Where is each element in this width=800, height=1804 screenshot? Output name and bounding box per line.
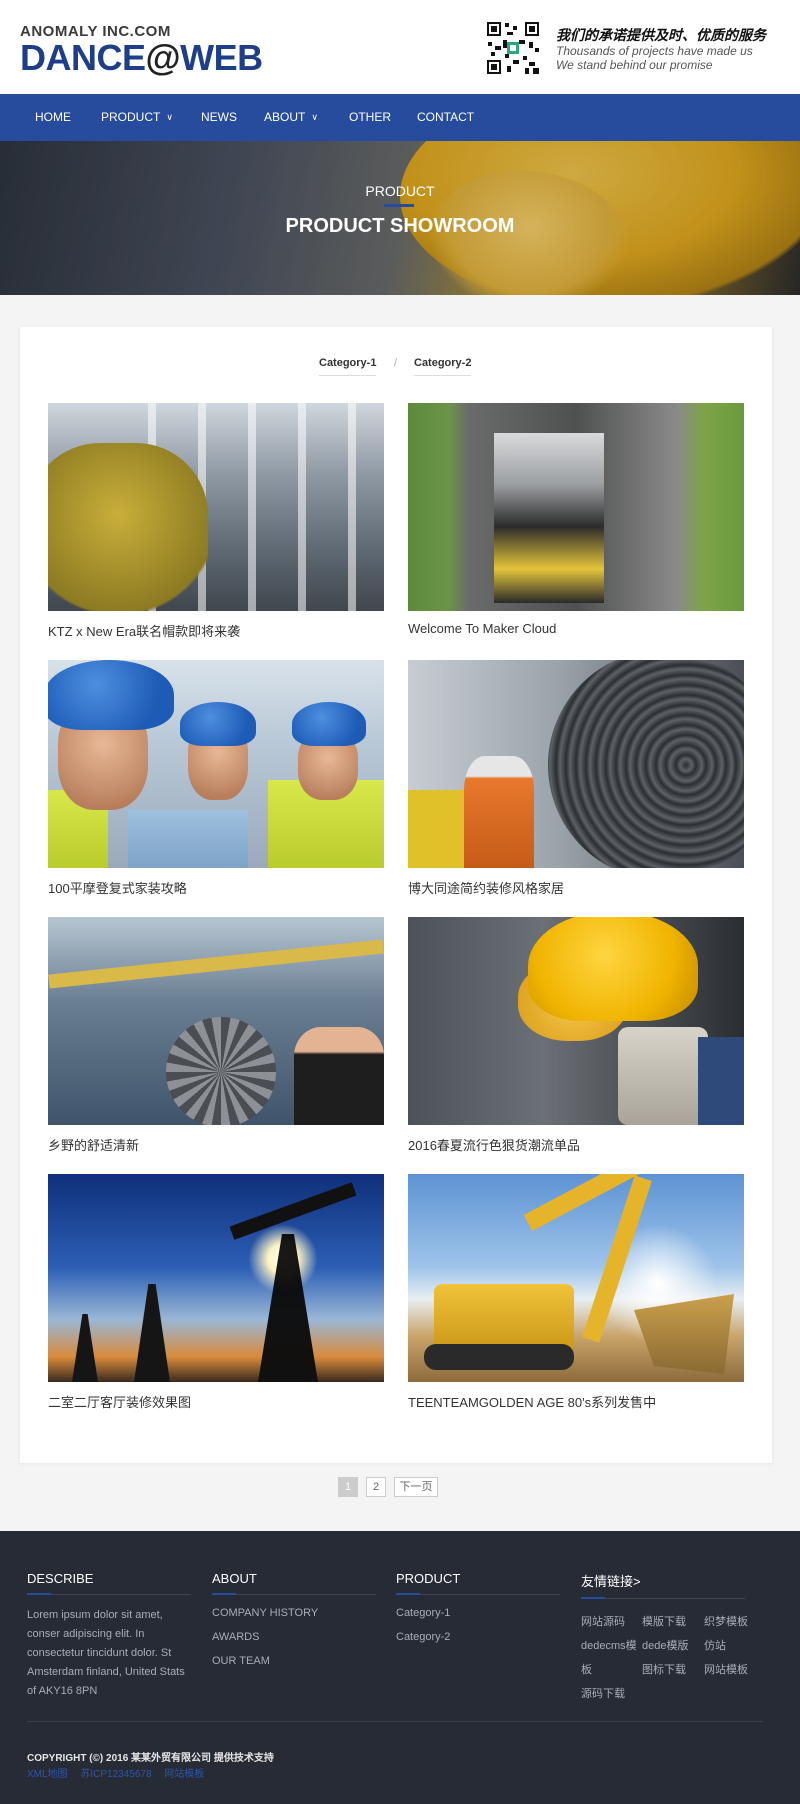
promise-english-line-1: Thousands of projects have made us: [556, 44, 753, 58]
product-item[interactable]: TEENTEAMGOLDEN AGE 80's系列发售中: [408, 1174, 744, 1411]
service-promise: 我们的承诺提供及时、优质的服务 Thousands of projects ha…: [556, 26, 786, 72]
category-tab-1[interactable]: Category-1: [319, 357, 377, 376]
nav-item-label: PRODUCT: [101, 110, 161, 124]
friend-link[interactable]: dede模版: [642, 1637, 688, 1653]
banner-accent-line: [384, 204, 414, 207]
nav-item-product[interactable]: PRODUCT ∨: [101, 94, 173, 141]
copyright-text: COPYRIGHT (©) 2016 某某外贸有限公司 提供技术支持: [27, 1753, 274, 1764]
nav-item-news[interactable]: NEWS: [201, 94, 237, 141]
next-page-button[interactable]: 下一页: [394, 1477, 438, 1497]
nav-item-home[interactable]: HOME: [35, 94, 71, 141]
footer-product: PRODUCT Category-1 Category-2: [396, 1571, 560, 1649]
icp-link[interactable]: 苏ICP12345678: [80, 1769, 151, 1780]
page-title: PRODUCT SHOWROOM: [285, 215, 515, 237]
footer-link-our-team[interactable]: OUR TEAM: [212, 1649, 376, 1673]
gear-mechanic-photo[interactable]: [48, 917, 384, 1125]
friend-link[interactable]: 网站源码: [581, 1613, 625, 1629]
friend-link[interactable]: 织梦模板: [704, 1613, 748, 1629]
product-item[interactable]: 博大同途简约装修风格家居: [408, 660, 744, 897]
category-separator: /: [394, 357, 398, 369]
site-footer: DESCRIBE Lorem ipsum dolor sit amet, con…: [0, 1531, 800, 1804]
site-header: ANOMALY INC.COM DANCE@WEB 我们的承诺提供及时、优质的服…: [0, 0, 800, 94]
footer-link-category-1[interactable]: Category-1: [396, 1601, 560, 1625]
product-item[interactable]: KTZ x New Era联名帽款即将来袭: [48, 403, 384, 640]
excavator-photo[interactable]: [408, 1174, 744, 1382]
nav-item-contact[interactable]: CONTACT: [417, 94, 474, 141]
footer-link-awards[interactable]: AWARDS: [212, 1625, 376, 1649]
yellow-hardhat-photo[interactable]: [408, 917, 744, 1125]
footer-link-company-history[interactable]: COMPANY HISTORY: [212, 1601, 376, 1625]
footer-describe: DESCRIBE Lorem ipsum dolor sit amet, con…: [27, 1571, 191, 1701]
category-tab-2[interactable]: Category-2: [414, 357, 472, 376]
banner-subtitle: PRODUCT: [365, 183, 435, 199]
footer-bottom-links: XML地图 苏ICP12345678 网站模板: [27, 1765, 214, 1780]
oil-pumps-photo[interactable]: [48, 1174, 384, 1382]
page-banner: PRODUCT PRODUCT SHOWROOM: [0, 141, 800, 295]
product-caption[interactable]: 二室二厅客厅装修效果图: [48, 1392, 384, 1411]
main-nav: HOME PRODUCT ∨ NEWS ABOUT ∨ OTHER CONTACT: [0, 94, 800, 141]
category-filter: Category-1 / Category-2: [20, 357, 772, 379]
friend-link[interactable]: 网站模板: [704, 1661, 748, 1677]
chevron-down-icon: ∨: [166, 112, 173, 122]
product-item[interactable]: 乡野的舒适清新: [48, 917, 384, 1154]
footer-describe-text: Lorem ipsum dolor sit amet, conser adipi…: [27, 1609, 185, 1697]
page-2-button[interactable]: 2: [366, 1477, 386, 1497]
product-item[interactable]: 二室二厅客厅装修效果图: [48, 1174, 384, 1411]
chevron-down-icon: ∨: [311, 112, 318, 122]
product-caption[interactable]: KTZ x New Era联名帽款即将来袭: [48, 621, 384, 640]
friend-link[interactable]: 板: [581, 1661, 592, 1677]
friend-link[interactable]: 仿站: [704, 1637, 726, 1653]
product-caption[interactable]: 博大同途简约装修风格家居: [408, 878, 744, 897]
friend-link[interactable]: 图标下载: [642, 1661, 686, 1677]
product-item[interactable]: 100平摩登复式家装攻略: [48, 660, 384, 897]
logo-wordmark: DANCE@WEB: [20, 37, 263, 78]
footer-divider: [27, 1721, 763, 1722]
footer-heading[interactable]: 友情链接>: [581, 1571, 745, 1590]
page-1-button[interactable]: 1: [338, 1477, 358, 1497]
product-caption[interactable]: Welcome To Maker Cloud: [408, 621, 744, 636]
product-caption[interactable]: 100平摩登复式家装攻略: [48, 878, 384, 897]
engineers-hardhats-photo[interactable]: [48, 660, 384, 868]
nav-item-label: ABOUT: [264, 110, 306, 124]
nav-item-about[interactable]: ABOUT ∨: [264, 94, 318, 141]
qr-code-image: [485, 20, 541, 76]
product-caption[interactable]: TEENTEAMGOLDEN AGE 80's系列发售中: [408, 1392, 744, 1411]
footer-heading: ABOUT: [212, 1571, 257, 1586]
friend-link[interactable]: 源码下载: [581, 1685, 625, 1701]
sitemap-link[interactable]: XML地图: [27, 1769, 68, 1780]
product-item[interactable]: 2016春夏流行色狠货潮流单品: [408, 917, 744, 1154]
nav-item-other[interactable]: OTHER: [349, 94, 391, 141]
promise-chinese: 我们的承诺提供及时、优质的服务: [556, 27, 766, 43]
friend-link[interactable]: dedecms模: [581, 1637, 637, 1653]
promise-english-line-2: We stand behind our promise: [556, 58, 713, 72]
site-logo[interactable]: ANOMALY INC.COM DANCE@WEB: [20, 24, 263, 76]
footer-friend-links: 友情链接> 网站源码 模版下载 织梦模板 dedecms模 dede模版 仿站 …: [581, 1571, 748, 1700]
factory-workers-photo[interactable]: [48, 403, 384, 611]
friend-link[interactable]: 模版下载: [642, 1613, 686, 1629]
footer-link-category-2[interactable]: Category-2: [396, 1625, 560, 1649]
product-item[interactable]: Welcome To Maker Cloud: [408, 403, 744, 636]
footer-about: ABOUT COMPANY HISTORY AWARDS OUR TEAM: [212, 1571, 376, 1673]
template-link[interactable]: 网站模板: [164, 1769, 204, 1780]
footer-heading: DESCRIBE: [27, 1571, 94, 1586]
road-paver-photo[interactable]: [408, 403, 744, 611]
product-showroom-card: Category-1 / Category-2 KTZ x New Era联名帽…: [20, 327, 772, 1463]
product-caption[interactable]: 乡野的舒适清新: [48, 1135, 384, 1154]
product-caption[interactable]: 2016春夏流行色狠货潮流单品: [408, 1135, 744, 1154]
turbine-worker-photo[interactable]: [408, 660, 744, 868]
footer-heading: PRODUCT: [396, 1571, 461, 1586]
